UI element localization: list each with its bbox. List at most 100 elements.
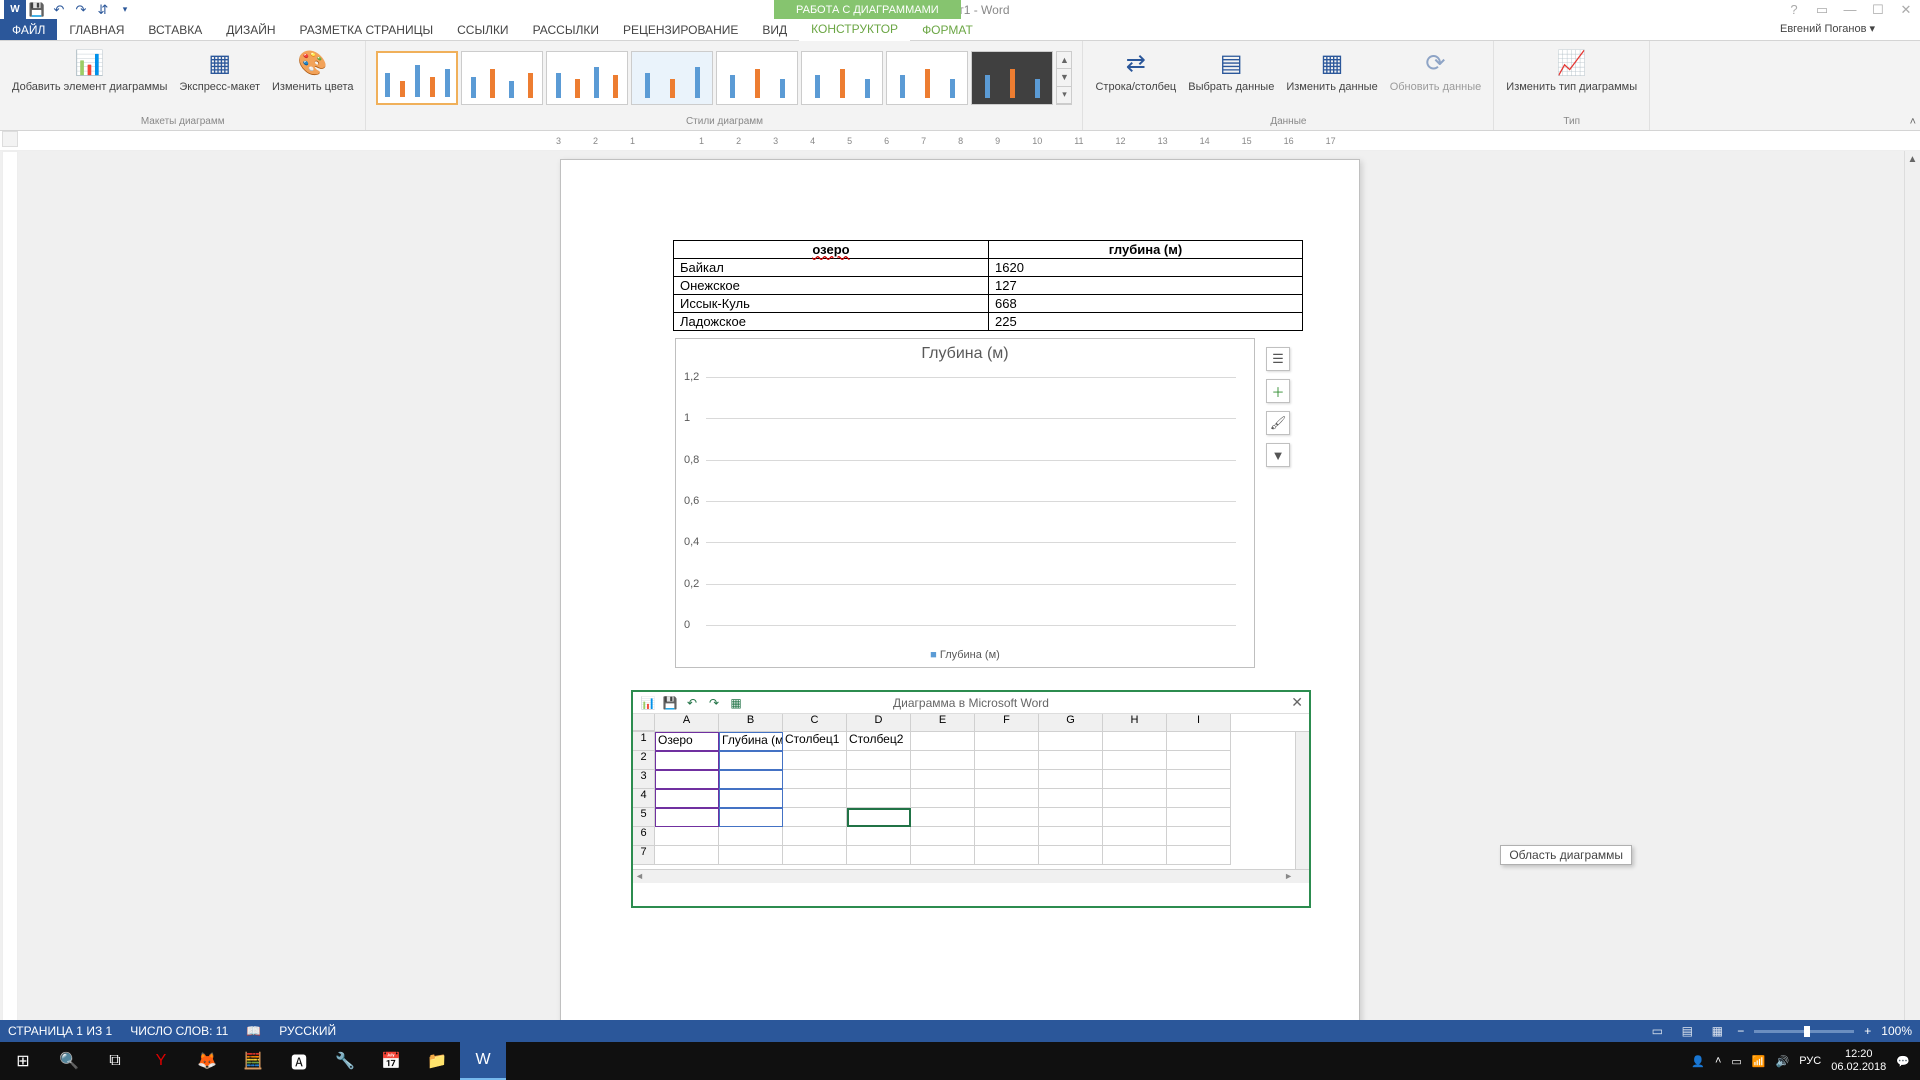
row-header[interactable]: 5 bbox=[633, 808, 655, 827]
cell-H7[interactable] bbox=[1103, 846, 1167, 865]
row-header[interactable]: 6 bbox=[633, 827, 655, 846]
col-header[interactable]: A bbox=[655, 714, 719, 731]
cell-E5[interactable] bbox=[911, 808, 975, 827]
cell-G2[interactable] bbox=[1039, 751, 1103, 770]
tab-view[interactable]: ВИД bbox=[750, 19, 799, 40]
chart-style-4[interactable] bbox=[631, 51, 713, 105]
cell-A6[interactable] bbox=[655, 827, 719, 846]
cell-C4[interactable] bbox=[783, 789, 847, 808]
cell-F7[interactable] bbox=[975, 846, 1039, 865]
datasheet-close-button[interactable]: ✕ bbox=[1291, 694, 1303, 711]
cell-F1[interactable] bbox=[975, 732, 1039, 751]
cell-B1[interactable]: Глубина (м) bbox=[719, 732, 783, 751]
chart-legend[interactable]: Глубина (м) bbox=[676, 649, 1254, 661]
view-read-button[interactable]: ▭ bbox=[1647, 1023, 1667, 1039]
zoom-slider[interactable] bbox=[1754, 1030, 1854, 1033]
col-header[interactable]: B bbox=[719, 714, 783, 731]
cell-I3[interactable] bbox=[1167, 770, 1231, 789]
cell-G3[interactable] bbox=[1039, 770, 1103, 789]
cell-F2[interactable] bbox=[975, 751, 1039, 770]
cell-H1[interactable] bbox=[1103, 732, 1167, 751]
datasheet-grid[interactable]: ABCDEFGHI 1ОзероГлубина (м)Столбец1Столб… bbox=[633, 714, 1309, 869]
refresh-data-button[interactable]: ⟳Обновить данные bbox=[1384, 45, 1488, 96]
row-header[interactable]: 4 bbox=[633, 789, 655, 808]
touch-mode-button[interactable]: ⇵ bbox=[92, 0, 114, 19]
datasheet-vscroll[interactable] bbox=[1295, 732, 1309, 869]
cell-B2[interactable] bbox=[719, 751, 783, 770]
status-word-count[interactable]: ЧИСЛО СЛОВ: 11 bbox=[130, 1024, 228, 1038]
cell-I1[interactable] bbox=[1167, 732, 1231, 751]
col-header[interactable]: H bbox=[1103, 714, 1167, 731]
switch-row-col-button[interactable]: ⇄Строка/столбец bbox=[1089, 45, 1182, 96]
table-row[interactable]: Онежское127 bbox=[674, 277, 1303, 295]
select-data-button[interactable]: ▤Выбрать данные bbox=[1182, 45, 1280, 96]
chart-styles-more[interactable]: ▲▼▾ bbox=[1056, 51, 1072, 105]
cell-D2[interactable] bbox=[847, 751, 911, 770]
help-button[interactable]: ? bbox=[1780, 0, 1808, 19]
user-name[interactable]: Евгений Поганов ▾ bbox=[1780, 22, 1875, 35]
cell-B3[interactable] bbox=[719, 770, 783, 789]
cell-H5[interactable] bbox=[1103, 808, 1167, 827]
col-header[interactable]: E bbox=[911, 714, 975, 731]
cell-E1[interactable] bbox=[911, 732, 975, 751]
cell-D6[interactable] bbox=[847, 827, 911, 846]
tab-chart-format[interactable]: ФОРМАТ bbox=[910, 19, 985, 40]
cell-G1[interactable] bbox=[1039, 732, 1103, 751]
chart-style-5[interactable] bbox=[716, 51, 798, 105]
cell-C2[interactable] bbox=[783, 751, 847, 770]
chart-datasheet[interactable]: 📊 💾 ↶ ↷ ▦ Диаграмма в Microsoft Word ✕ A… bbox=[631, 690, 1311, 908]
cell-B6[interactable] bbox=[719, 827, 783, 846]
cell-A1[interactable]: Озеро bbox=[655, 732, 719, 751]
chart-style-8[interactable] bbox=[971, 51, 1053, 105]
cell-A2[interactable] bbox=[655, 751, 719, 770]
redo-button[interactable]: ↷ bbox=[70, 0, 92, 19]
close-button[interactable]: ✕ bbox=[1892, 0, 1920, 19]
cell-C3[interactable] bbox=[783, 770, 847, 789]
ds-edit-excel-button[interactable]: ▦ bbox=[727, 696, 745, 710]
cell-D1[interactable]: Столбец2 bbox=[847, 732, 911, 751]
table-row[interactable]: Иссык-Куль668 bbox=[674, 295, 1303, 313]
taskbar-calculator[interactable]: 🧮 bbox=[230, 1042, 276, 1080]
scroll-up-icon[interactable]: ▲ bbox=[1905, 151, 1920, 167]
ribbon-display-button[interactable]: ▭ bbox=[1808, 0, 1836, 19]
cell-B4[interactable] bbox=[719, 789, 783, 808]
tab-chart-design[interactable]: КОНСТРУКТОР bbox=[799, 19, 910, 41]
cell-B7[interactable] bbox=[719, 846, 783, 865]
cell-D5[interactable] bbox=[847, 808, 911, 827]
cell-F3[interactable] bbox=[975, 770, 1039, 789]
ds-undo-button[interactable]: ↶ bbox=[683, 696, 701, 710]
cell-E3[interactable] bbox=[911, 770, 975, 789]
taskbar-yandex[interactable]: Y bbox=[138, 1042, 184, 1080]
taskbar-app1[interactable]: 🅰 bbox=[276, 1042, 322, 1080]
tray-action-center-icon[interactable]: 💬 bbox=[1896, 1055, 1910, 1068]
taskbar-word[interactable]: W bbox=[460, 1042, 506, 1080]
zoom-in-button[interactable]: + bbox=[1864, 1024, 1871, 1038]
ribbon-collapse-button[interactable]: ˄ bbox=[1910, 116, 1916, 128]
chart-title[interactable]: Глубина (м) bbox=[676, 339, 1254, 367]
cell-I4[interactable] bbox=[1167, 789, 1231, 808]
cell-C1[interactable]: Столбец1 bbox=[783, 732, 847, 751]
tray-ime[interactable]: РУС bbox=[1799, 1055, 1821, 1067]
table-row[interactable]: Байкал1620 bbox=[674, 259, 1303, 277]
change-chart-type-button[interactable]: 📈Изменить тип диаграммы bbox=[1500, 45, 1643, 96]
tray-people-icon[interactable]: 👤 bbox=[1691, 1055, 1705, 1068]
cell-C6[interactable] bbox=[783, 827, 847, 846]
cell-H4[interactable] bbox=[1103, 789, 1167, 808]
cell-A3[interactable] bbox=[655, 770, 719, 789]
cell-E2[interactable] bbox=[911, 751, 975, 770]
chart-plot-area[interactable]: 00,20,40,60,811,2 bbox=[706, 377, 1236, 625]
tray-network-icon[interactable]: 📶 bbox=[1752, 1055, 1766, 1068]
cell-H6[interactable] bbox=[1103, 827, 1167, 846]
cell-G4[interactable] bbox=[1039, 789, 1103, 808]
maximize-button[interactable]: ☐ bbox=[1864, 0, 1892, 19]
col-header[interactable]: F bbox=[975, 714, 1039, 731]
table-row[interactable]: Ладожское225 bbox=[674, 313, 1303, 331]
chart-style-1[interactable] bbox=[376, 51, 458, 105]
save-button[interactable]: 💾 bbox=[26, 0, 48, 19]
col-header[interactable]: D bbox=[847, 714, 911, 731]
chart-elements-button[interactable]: ＋ bbox=[1266, 379, 1290, 403]
taskbar-calendar[interactable]: 📅 bbox=[368, 1042, 414, 1080]
status-language[interactable]: РУССКИЙ bbox=[279, 1024, 336, 1038]
search-button[interactable]: 🔍 bbox=[46, 1042, 92, 1080]
chart-object[interactable]: Глубина (м) 00,20,40,60,811,2 Глубина (м… bbox=[675, 338, 1255, 668]
